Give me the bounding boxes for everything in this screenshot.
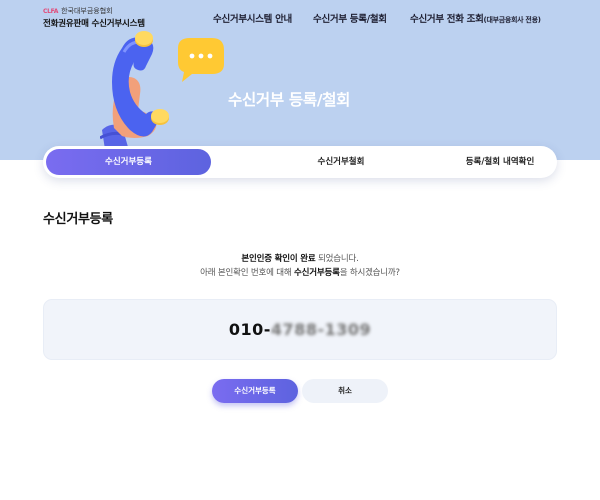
- hero-banner: CLFA 한국대부금융협회 전화권유판매 수신거부시스템 수신거부시스템 안내 …: [0, 0, 600, 160]
- nav-phone-lookup[interactable]: 수신거부 전화 조회(대부금융회사 전용): [410, 11, 541, 25]
- register-button[interactable]: 수신거부등록: [212, 379, 298, 403]
- top-navigation: 수신거부시스템 안내 수신거부 등록/철회 수신거부 전화 조회(대부금융회사 …: [0, 11, 600, 25]
- phone-number-box: 010-4788-1309: [43, 299, 557, 360]
- masked-digits: 4788-1309: [270, 320, 372, 339]
- nav-register-withdraw[interactable]: 수신거부 등록/철회: [313, 11, 387, 25]
- tab-bar: 수신거부등록 수신거부철회 등록/철회 내역확인: [43, 146, 557, 178]
- cancel-button[interactable]: 취소: [302, 379, 388, 403]
- confirm-message-line1: 본인인증 확인이 완료 되었습니다.: [241, 254, 359, 264]
- phone-hand-illustration: [100, 31, 224, 156]
- phone-number: 010-4788-1309: [228, 320, 372, 339]
- tab-withdraw[interactable]: 수신거부철회: [256, 149, 426, 175]
- tab-register[interactable]: 수신거부등록: [46, 149, 211, 175]
- tab-history[interactable]: 등록/철회 내역확인: [415, 149, 585, 175]
- confirm-message-line2: 아래 본인확인 번호에 대해 수신거부등록을 하시겠습니까?: [200, 268, 400, 278]
- nav-system-guide[interactable]: 수신거부시스템 안내: [213, 11, 292, 25]
- page-title: 수신거부등록: [43, 212, 113, 227]
- hero-title: 수신거부 등록/철회: [228, 91, 351, 109]
